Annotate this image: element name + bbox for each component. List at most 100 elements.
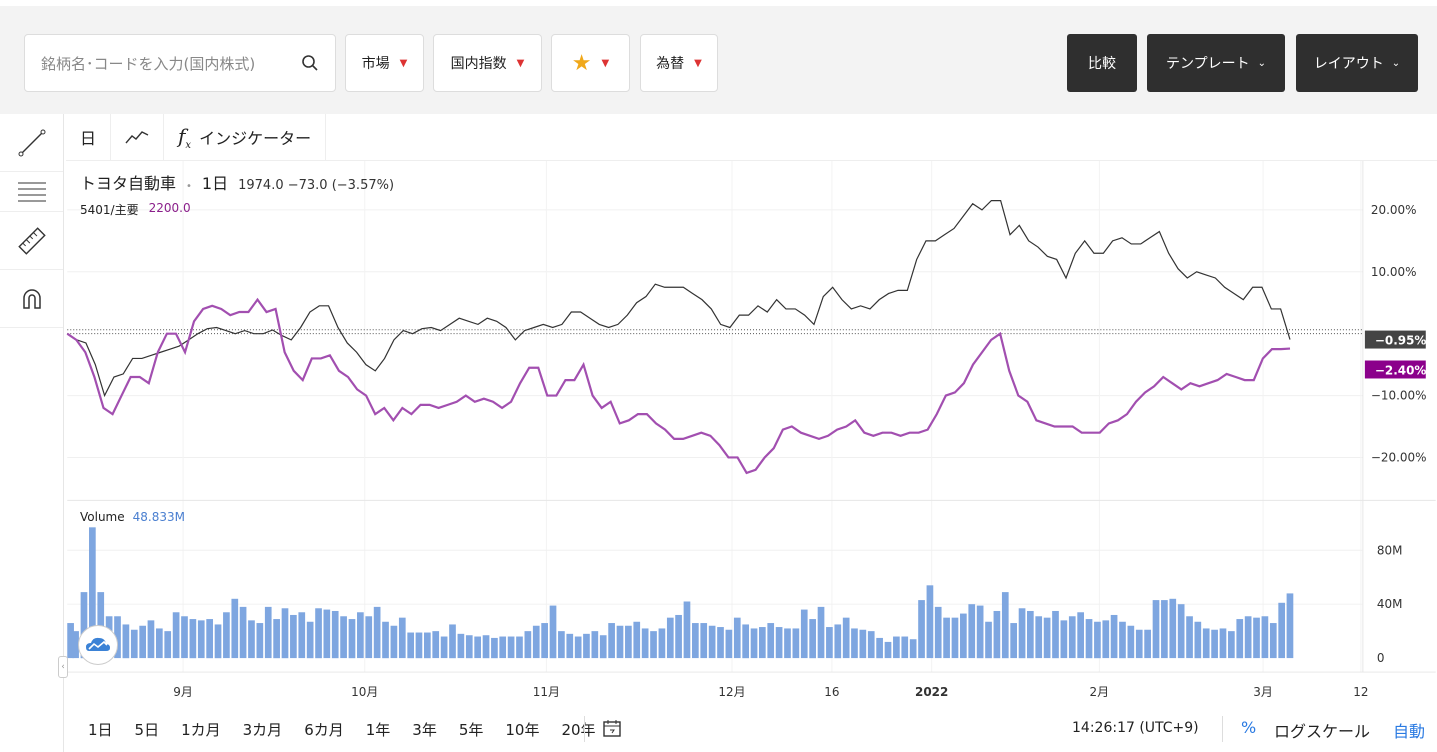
volume-bar (817, 606, 825, 659)
volume-bar (181, 616, 188, 659)
interval-button[interactable]: 日 (66, 114, 112, 160)
volume-bar (465, 635, 473, 659)
volume-bar (1144, 629, 1151, 659)
symbol-search-input[interactable]: 銘柄名･コードを入力(国内株式) (24, 34, 336, 92)
range-10y[interactable]: 10年 (493, 719, 549, 740)
chevron-down-icon: ⌄ (1257, 57, 1266, 69)
volume-bar (616, 625, 624, 659)
compare-button[interactable]: 比較 (1067, 34, 1137, 92)
x-tick-label: 2月 (1090, 685, 1110, 699)
range-20y[interactable]: 20年 (549, 719, 605, 740)
volume-bar (733, 617, 741, 659)
volume-bar (231, 598, 239, 659)
volume-bar (767, 623, 775, 659)
volume-bar (985, 621, 992, 659)
volume-bar (918, 600, 925, 659)
volume-bar (1035, 616, 1043, 659)
volume-bar (926, 585, 934, 659)
forex-dropdown[interactable]: 為替 ▼ (640, 34, 718, 92)
chart-type-button[interactable] (111, 114, 165, 160)
volume-bar (331, 610, 339, 659)
volume-bar (424, 632, 431, 659)
range-1d[interactable]: 1日 (76, 719, 123, 740)
compare-value-label: −2.40% (1375, 363, 1427, 377)
volume-bar (909, 639, 917, 659)
log-scale-toggle[interactable]: ログスケール (1274, 718, 1370, 742)
indicator-button[interactable]: fx インジケーター (164, 114, 327, 160)
divider (584, 716, 585, 742)
volume-bar (1202, 628, 1210, 659)
main-legend: トヨタ自動車 • 1日 1974.0 −73.0 (−3.57%) (80, 170, 394, 194)
range-5d[interactable]: 5日 (123, 719, 170, 740)
volume-bar (449, 624, 456, 659)
auto-scale-toggle[interactable]: 自動 (1393, 718, 1425, 742)
index-label: 国内指数 (450, 56, 507, 72)
volume-bar (1177, 604, 1185, 659)
volume-bar (298, 612, 306, 659)
legend-quote: 1974.0 −73.0 (−3.57%) (238, 178, 395, 193)
volume-bar (206, 619, 213, 659)
collapse-handle[interactable]: ‹ (58, 656, 68, 678)
template-button[interactable]: テンプレート ⌄ (1147, 34, 1285, 92)
volume-bar (1269, 623, 1277, 659)
market-dropdown[interactable]: 市場 ▼ (345, 34, 424, 92)
indicator-label: インジケーター (199, 129, 312, 148)
x-tick-label: 9月 (173, 685, 193, 699)
favorites-dropdown[interactable]: ★ ▼ (551, 34, 630, 92)
x-tick-label: 16 (824, 685, 839, 699)
chevron-down-icon: ⌄ (1391, 57, 1401, 69)
magnet-tool[interactable] (0, 270, 63, 328)
volume-bar (172, 612, 180, 659)
volume-bar (415, 632, 423, 659)
range-5y[interactable]: 5年 (447, 719, 494, 740)
volume-bar (692, 623, 699, 659)
horizontal-lines-icon (17, 182, 46, 201)
trend-line-tool[interactable] (0, 114, 63, 172)
range-6m[interactable]: 6カ月 (292, 719, 354, 740)
dot-separator: • (186, 181, 192, 192)
volume-bar (398, 617, 406, 659)
volume-bar (700, 623, 708, 659)
volume-bar (641, 628, 649, 659)
volume-bar (591, 631, 599, 659)
measure-tool[interactable] (0, 212, 63, 270)
volume-bar (758, 627, 766, 659)
search-icon[interactable] (301, 54, 319, 72)
x-tick-label: 12月 (718, 685, 745, 699)
volume-tick-label: 40M (1377, 597, 1403, 611)
volume-bar (708, 625, 716, 659)
volume-bar (164, 631, 172, 659)
range-1y[interactable]: 1年 (354, 719, 401, 740)
fib-tool[interactable] (0, 172, 63, 212)
chart-logo-button[interactable] (78, 625, 118, 665)
volume-bar (306, 621, 314, 659)
range-3y[interactable]: 3年 (400, 719, 447, 740)
percent-toggle[interactable]: % (1241, 718, 1256, 737)
series-line-2 (66, 297, 1291, 475)
y-tick-label: −20.00% (1371, 450, 1427, 464)
chevron-down-icon: ▼ (516, 57, 525, 69)
timezone-clock[interactable]: 14:26:17 (UTC+9) (1072, 720, 1199, 736)
range-3m[interactable]: 3カ月 (231, 719, 293, 740)
date-range-icon[interactable] (602, 718, 624, 740)
chart-toolbar: 日 fx インジケーター (66, 114, 327, 160)
volume-bar (976, 605, 984, 659)
volume-bar (407, 632, 415, 659)
range-1m[interactable]: 1カ月 (169, 719, 231, 740)
volume-bar (524, 631, 532, 659)
volume-tick-label: 0 (1377, 651, 1385, 665)
price-chart[interactable]: 20.00% 10.00% −10.00% −20.00% −0.95% −2.40% 80… (66, 160, 1437, 706)
volume-tick-label: 80M (1377, 543, 1403, 557)
search-placeholder: 銘柄名･コードを入力(国内株式) (41, 54, 256, 73)
volume-bar (809, 619, 816, 659)
compare-value: 2200.0 (148, 201, 191, 215)
volume-bar (1094, 621, 1101, 659)
volume-bar (507, 636, 515, 659)
x-tick-label: 10月 (351, 685, 378, 699)
volume-bar (1253, 617, 1260, 659)
layout-label: レイアウト (1313, 56, 1384, 72)
chevron-down-icon: ▼ (694, 57, 702, 69)
layout-button[interactable]: レイアウト ⌄ (1296, 34, 1418, 92)
volume-bar (1186, 616, 1193, 659)
index-dropdown[interactable]: 国内指数 ▼ (433, 34, 542, 92)
